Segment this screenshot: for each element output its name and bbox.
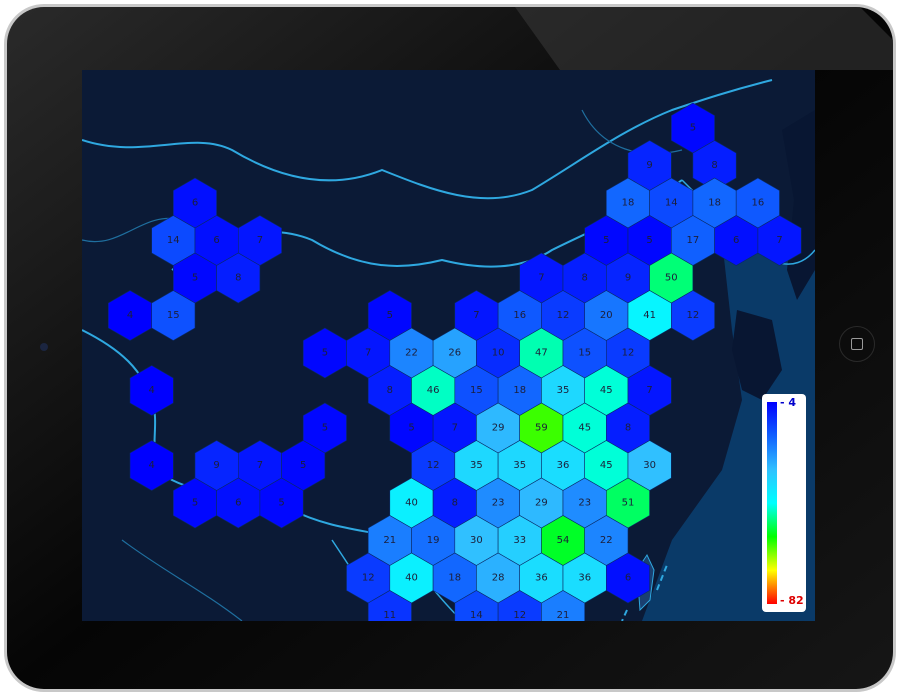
hex-value-label: 6 [235, 498, 241, 509]
hex-value-label: 4 [149, 385, 155, 396]
hex-value-label: 16 [752, 198, 765, 209]
hex-value-label: 7 [646, 385, 652, 396]
hex-value-label: 26 [448, 348, 461, 359]
hex-value-label: 16 [513, 310, 526, 321]
hex-value-label: 40 [405, 498, 418, 509]
hex-value-label: 46 [427, 385, 440, 396]
hex-value-label: 9 [646, 160, 652, 171]
hex-value-label: 6 [192, 198, 198, 209]
legend-gradient-bar [767, 402, 777, 604]
hex-value-label: 23 [492, 498, 505, 509]
hex-value-label: 12 [362, 573, 375, 584]
hex-value-label: 8 [625, 423, 631, 434]
hex-value-label: 18 [622, 198, 635, 209]
hex-value-label: 12 [557, 310, 570, 321]
hex-value-label: 9 [213, 460, 219, 471]
hex-value-label: 45 [578, 423, 591, 434]
legend-max-label: - 4 [780, 396, 797, 409]
hex-value-label: 7 [257, 235, 263, 246]
hex-value-label: 5 [278, 498, 284, 509]
hex-value-label: 15 [470, 385, 483, 396]
hexbin-map[interactable]: 59 86 18 14 18 1614 6 7 5 5 17 6 75 8 7 8 9 504 15 5 7 16 12 20… [82, 70, 815, 621]
hex-value-label: 29 [492, 423, 505, 434]
hex-value-label: 8 [235, 273, 241, 284]
hex-value-label: 7 [257, 460, 263, 471]
hex-value-label: 54 [557, 535, 570, 546]
hex-value-label: 12 [513, 610, 526, 621]
hex-value-label: 7 [776, 235, 782, 246]
map-screen[interactable]: 5 9 8 6 18 14 18 16 14 6 7 5 5 17 6 7 5 8 7 8 9 50 4 15 5 7 16 12 20… [82, 70, 815, 621]
hex-value-label: 5 [603, 235, 609, 246]
hex-value-label: 10 [492, 348, 505, 359]
color-legend: - 4 - 82 [762, 394, 806, 612]
hex-value-label: 19 [427, 535, 440, 546]
hex-value-label: 12 [622, 348, 635, 359]
hex-value-label: 35 [557, 385, 570, 396]
hex-value-label: 20 [600, 310, 613, 321]
hex-value-label: 14 [167, 235, 180, 246]
hex-value-label: 5 [387, 310, 393, 321]
hex-value-label: 12 [687, 310, 700, 321]
hex-value-label: 5 [408, 423, 414, 434]
home-button[interactable] [839, 326, 875, 362]
hex-value-label: 22 [600, 535, 613, 546]
hex-value-label: 8 [452, 498, 458, 509]
hex-value-label: 4 [127, 310, 133, 321]
hex-value-label: 7 [473, 310, 479, 321]
hex-value-label: 29 [535, 498, 548, 509]
hex-value-label: 8 [711, 160, 717, 171]
hex-value-label: 50 [665, 273, 678, 284]
hex-value-label: 5 [322, 348, 328, 359]
hex-value-label: 12 [427, 460, 440, 471]
hex-value-label: 14 [470, 610, 483, 621]
hex-value-label: 28 [492, 573, 505, 584]
home-button-icon [851, 338, 863, 350]
hex-value-label: 47 [535, 348, 548, 359]
hex-value-label: 4 [149, 460, 155, 471]
hex-value-label: 11 [383, 610, 396, 621]
hex-value-label: 36 [578, 573, 591, 584]
hex-value-label: 35 [470, 460, 483, 471]
front-camera [40, 343, 48, 351]
hex-value-label: 36 [535, 573, 548, 584]
hex-value-label: 15 [578, 348, 591, 359]
hex-value-label: 51 [622, 498, 635, 509]
hex-value-label: 30 [643, 460, 656, 471]
hex-value-label: 5 [646, 235, 652, 246]
hex-value-label: 8 [387, 385, 393, 396]
hex-value-label: 18 [448, 573, 461, 584]
hex-value-label: 7 [452, 423, 458, 434]
hex-value-label: 35 [513, 460, 526, 471]
legend-min-label: - 82 [780, 594, 804, 607]
hex-value-label: 23 [578, 498, 591, 509]
hex-value-label: 18 [708, 198, 721, 209]
hex-value-label: 15 [167, 310, 180, 321]
hex-value-label: 59 [535, 423, 548, 434]
hex-value-label: 45 [600, 460, 613, 471]
hex-value-label: 30 [470, 535, 483, 546]
hex-value-label: 36 [557, 460, 570, 471]
hex-value-label: 14 [665, 198, 678, 209]
hex-value-label: 40 [405, 573, 418, 584]
hex-value-label: 8 [582, 273, 588, 284]
hex-value-label: 41 [643, 310, 656, 321]
hex-value-label: 45 [600, 385, 613, 396]
hex-value-label: 6 [213, 235, 219, 246]
hex-value-label: 21 [383, 535, 396, 546]
hex-value-label: 5 [300, 460, 306, 471]
hex-value-label: 5 [192, 498, 198, 509]
hex-value-label: 9 [625, 273, 631, 284]
hex-value-label: 18 [513, 385, 526, 396]
hex-value-label: 7 [538, 273, 544, 284]
hex-value-label: 7 [365, 348, 371, 359]
hex-value-label: 5 [322, 423, 328, 434]
hex-value-label: 22 [405, 348, 418, 359]
hex-value-label: 17 [687, 235, 700, 246]
hex-value-label: 33 [513, 535, 526, 546]
hex-value-label: 21 [557, 610, 570, 621]
hex-value-label: 5 [690, 123, 696, 134]
hex-value-label: 5 [192, 273, 198, 284]
hex-value-label: 6 [625, 573, 631, 584]
hex-value-label: 6 [733, 235, 739, 246]
